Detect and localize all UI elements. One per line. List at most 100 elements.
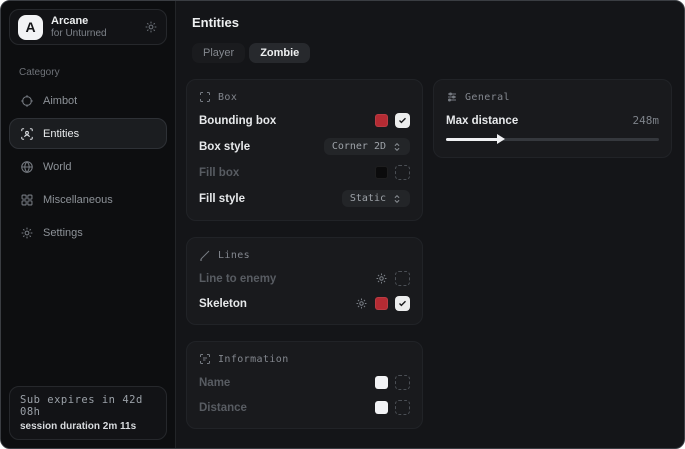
setting-controls: [375, 400, 410, 415]
slider-fill: [446, 138, 499, 141]
card-information: Information Name Distance: [186, 341, 423, 429]
card-title: Lines: [218, 250, 250, 261]
gear-icon[interactable]: [375, 272, 388, 285]
page-title: Entities: [192, 15, 672, 30]
setting-controls: [375, 165, 410, 180]
select-value: Static: [350, 193, 386, 204]
setting-label: Box style: [199, 141, 250, 153]
arcane-window: A Arcane for Unturned Category Aimbot Ent…: [0, 0, 685, 449]
scan-text-icon: [199, 353, 211, 365]
setting-row: Max distance 248m: [446, 113, 659, 128]
setting-row: Distance: [199, 400, 410, 415]
setting-controls: Corner 2D: [324, 138, 410, 155]
setting-row: Skeleton: [199, 296, 410, 311]
setting-value: 248m: [633, 114, 660, 127]
card-title: Information: [218, 354, 289, 365]
content: Box Bounding box Box style Corner 2D Fill bo…: [186, 79, 672, 429]
sidebar: A Arcane for Unturned Category Aimbot Ent…: [1, 1, 176, 448]
sidebar-item-label: World: [43, 161, 72, 173]
tab-player[interactable]: Player: [192, 43, 245, 63]
sidebar-item-entities[interactable]: Entities: [9, 118, 167, 149]
setting-row: Bounding box: [199, 113, 410, 128]
setting-controls: [375, 375, 410, 390]
sliders-icon: [446, 91, 458, 103]
select-button[interactable]: Static: [342, 190, 410, 207]
setting-label: Distance: [199, 402, 247, 414]
setting-controls: [355, 296, 410, 311]
session-duration-text: session duration 2m 11s: [20, 421, 156, 432]
chevrons-up-down-icon: [392, 142, 402, 152]
setting-label: Skeleton: [199, 298, 247, 310]
card-lines: Lines Line to enemy Skeleton: [186, 237, 423, 325]
check-icon: [398, 116, 407, 125]
setting-label: Bounding box: [199, 115, 276, 127]
setting-row: Name: [199, 375, 410, 390]
setting-row: Line to enemy: [199, 271, 410, 286]
gear-icon[interactable]: [355, 297, 368, 310]
setting-label: Fill style: [199, 193, 245, 205]
max-distance-slider[interactable]: [446, 135, 659, 144]
setting-label: Max distance: [446, 115, 518, 127]
card-box: Box Bounding box Box style Corner 2D Fill bo…: [186, 79, 423, 221]
app-logo: A: [18, 15, 43, 40]
setting-row: Fill box: [199, 165, 410, 180]
logo-text: Arcane for Unturned: [51, 15, 136, 39]
scan-icon: [199, 91, 211, 103]
color-swatch[interactable]: [375, 376, 388, 389]
sidebar-item-miscellaneous[interactable]: Miscellaneous: [9, 184, 167, 215]
sidebar-item-label: Entities: [43, 128, 79, 140]
checkbox[interactable]: [395, 165, 410, 180]
sub-expiry-text: Sub expires in 42d 08h: [20, 394, 156, 418]
checkbox[interactable]: [395, 400, 410, 415]
setting-controls: [375, 113, 410, 128]
color-swatch[interactable]: [375, 401, 388, 414]
sidebar-item-aimbot[interactable]: Aimbot: [9, 85, 167, 116]
checkbox[interactable]: [395, 296, 410, 311]
app-title: Arcane: [51, 15, 136, 27]
sidebar-nav: Aimbot Entities World Miscellaneous Settings: [1, 84, 175, 249]
entity-tabs: PlayerZombie: [192, 43, 672, 63]
setting-row: Box style Corner 2D: [199, 138, 410, 155]
card-header: Lines: [199, 249, 410, 261]
sidebar-item-settings[interactable]: Settings: [9, 217, 167, 248]
setting-controls: 248m: [633, 114, 660, 127]
setting-label: Name: [199, 377, 230, 389]
right-column: General Max distance 248m: [433, 79, 672, 158]
card-header: Box: [199, 91, 410, 103]
crosshair-icon: [20, 94, 34, 108]
card-header: Information: [199, 353, 410, 365]
sidebar-item-world[interactable]: World: [9, 151, 167, 182]
logo-card: A Arcane for Unturned: [9, 9, 167, 45]
pencil-line-icon: [199, 249, 211, 261]
subscription-card: Sub expires in 42d 08h session duration …: [9, 386, 167, 440]
color-swatch[interactable]: [375, 114, 388, 127]
card-header: General: [446, 91, 659, 103]
color-swatch[interactable]: [375, 297, 388, 310]
gear-icon[interactable]: [144, 20, 158, 34]
sidebar-item-label: Settings: [43, 227, 83, 239]
color-swatch[interactable]: [375, 166, 388, 179]
main-panel: Entities PlayerZombie BoxBounding boxBox…: [176, 1, 684, 448]
scan-person-icon: [20, 127, 34, 141]
check-icon: [398, 299, 407, 308]
setting-controls: [375, 271, 410, 286]
tab-zombie[interactable]: Zombie: [249, 43, 310, 63]
category-label: Category: [19, 67, 175, 78]
setting-label: Fill box: [199, 167, 239, 179]
setting-label: Line to enemy: [199, 273, 276, 285]
sidebar-item-label: Miscellaneous: [43, 194, 113, 206]
sidebar-item-label: Aimbot: [43, 95, 77, 107]
grid-icon: [20, 193, 34, 207]
gear-icon: [20, 226, 34, 240]
card-title: General: [465, 92, 510, 103]
slider-thumb[interactable]: [497, 134, 505, 144]
checkbox[interactable]: [395, 113, 410, 128]
checkbox[interactable]: [395, 271, 410, 286]
left-column: Box Bounding box Box style Corner 2D Fill bo…: [186, 79, 423, 429]
checkbox[interactable]: [395, 375, 410, 390]
select-button[interactable]: Corner 2D: [324, 138, 410, 155]
app-subtitle: for Unturned: [51, 28, 136, 39]
card-general: General Max distance 248m: [433, 79, 672, 158]
setting-row: Fill style Static: [199, 190, 410, 207]
select-value: Corner 2D: [332, 141, 386, 152]
